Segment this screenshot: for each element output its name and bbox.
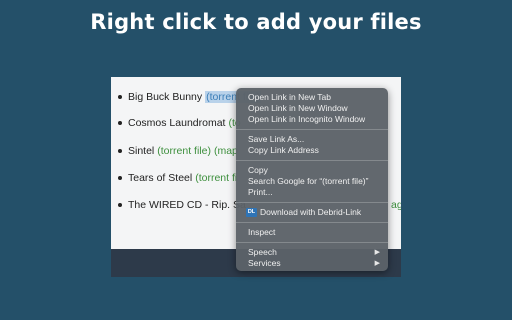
list-item-title: Tears of Steel (128, 172, 193, 184)
torrent-link[interactable]: (torrent fi (195, 172, 237, 184)
bullet-icon (118, 149, 122, 153)
list-item: Sintel (torrent file) (map (118, 143, 241, 159)
menu-separator (236, 222, 388, 223)
menu-item-inspect[interactable]: Inspect (236, 227, 388, 238)
bullet-icon (118, 176, 122, 180)
bullet-icon (118, 203, 122, 207)
menu-item-open-new-window[interactable]: Open Link in New Window (236, 103, 388, 114)
menu-item-open-incognito[interactable]: Open Link in Incognito Window (236, 114, 388, 125)
menu-item-services[interactable]: Services ▶ (236, 258, 388, 269)
menu-separator (236, 202, 388, 203)
magnet-link[interactable]: (map (214, 145, 238, 157)
menu-item-copy[interactable]: Copy (236, 165, 388, 176)
bullet-icon (118, 95, 122, 99)
context-menu: Open Link in New Tab Open Link in New Wi… (236, 88, 388, 271)
menu-item-search-google[interactable]: Search Google for “(torrent file)” (236, 176, 388, 187)
torrent-link[interactable]: (torrent file) (157, 145, 211, 157)
menu-item-speech[interactable]: Speech ▶ (236, 247, 388, 258)
menu-item-copy-link-address[interactable]: Copy Link Address (236, 145, 388, 156)
list-item-title: Big Buck Bunny (128, 91, 203, 103)
menu-item-download-debrid-link[interactable]: DL Download with Debrid-Link (236, 207, 388, 218)
chevron-right-icon: ▶ (374, 260, 380, 267)
menu-separator (236, 129, 388, 130)
list-item: Cosmos Laundromat (to (118, 115, 244, 131)
menu-item-open-new-tab[interactable]: Open Link in New Tab (236, 92, 388, 103)
list-item: The WIRED CD - Rip. Sa ag (118, 197, 401, 213)
bullet-icon (118, 121, 122, 125)
menu-item-print[interactable]: Print... (236, 187, 388, 198)
page-headline: Right click to add your files (90, 10, 422, 34)
menu-item-label: Download with Debrid-Link (260, 207, 362, 217)
list-item: Tears of Steel (torrent fi (118, 170, 240, 186)
menu-item-label: Services (248, 258, 281, 268)
menu-separator (236, 242, 388, 243)
chevron-right-icon: ▶ (374, 249, 380, 256)
magnet-link[interactable]: ag (391, 199, 401, 211)
debrid-link-icon: DL (246, 208, 257, 218)
list-item-title: Sintel (128, 145, 155, 157)
menu-item-label: Speech (248, 247, 277, 257)
list-item-title: The WIRED CD - Rip. Sa (128, 199, 246, 211)
list-item-title: Cosmos Laundromat (128, 117, 226, 129)
menu-item-save-link-as[interactable]: Save Link As... (236, 134, 388, 145)
menu-separator (236, 160, 388, 161)
